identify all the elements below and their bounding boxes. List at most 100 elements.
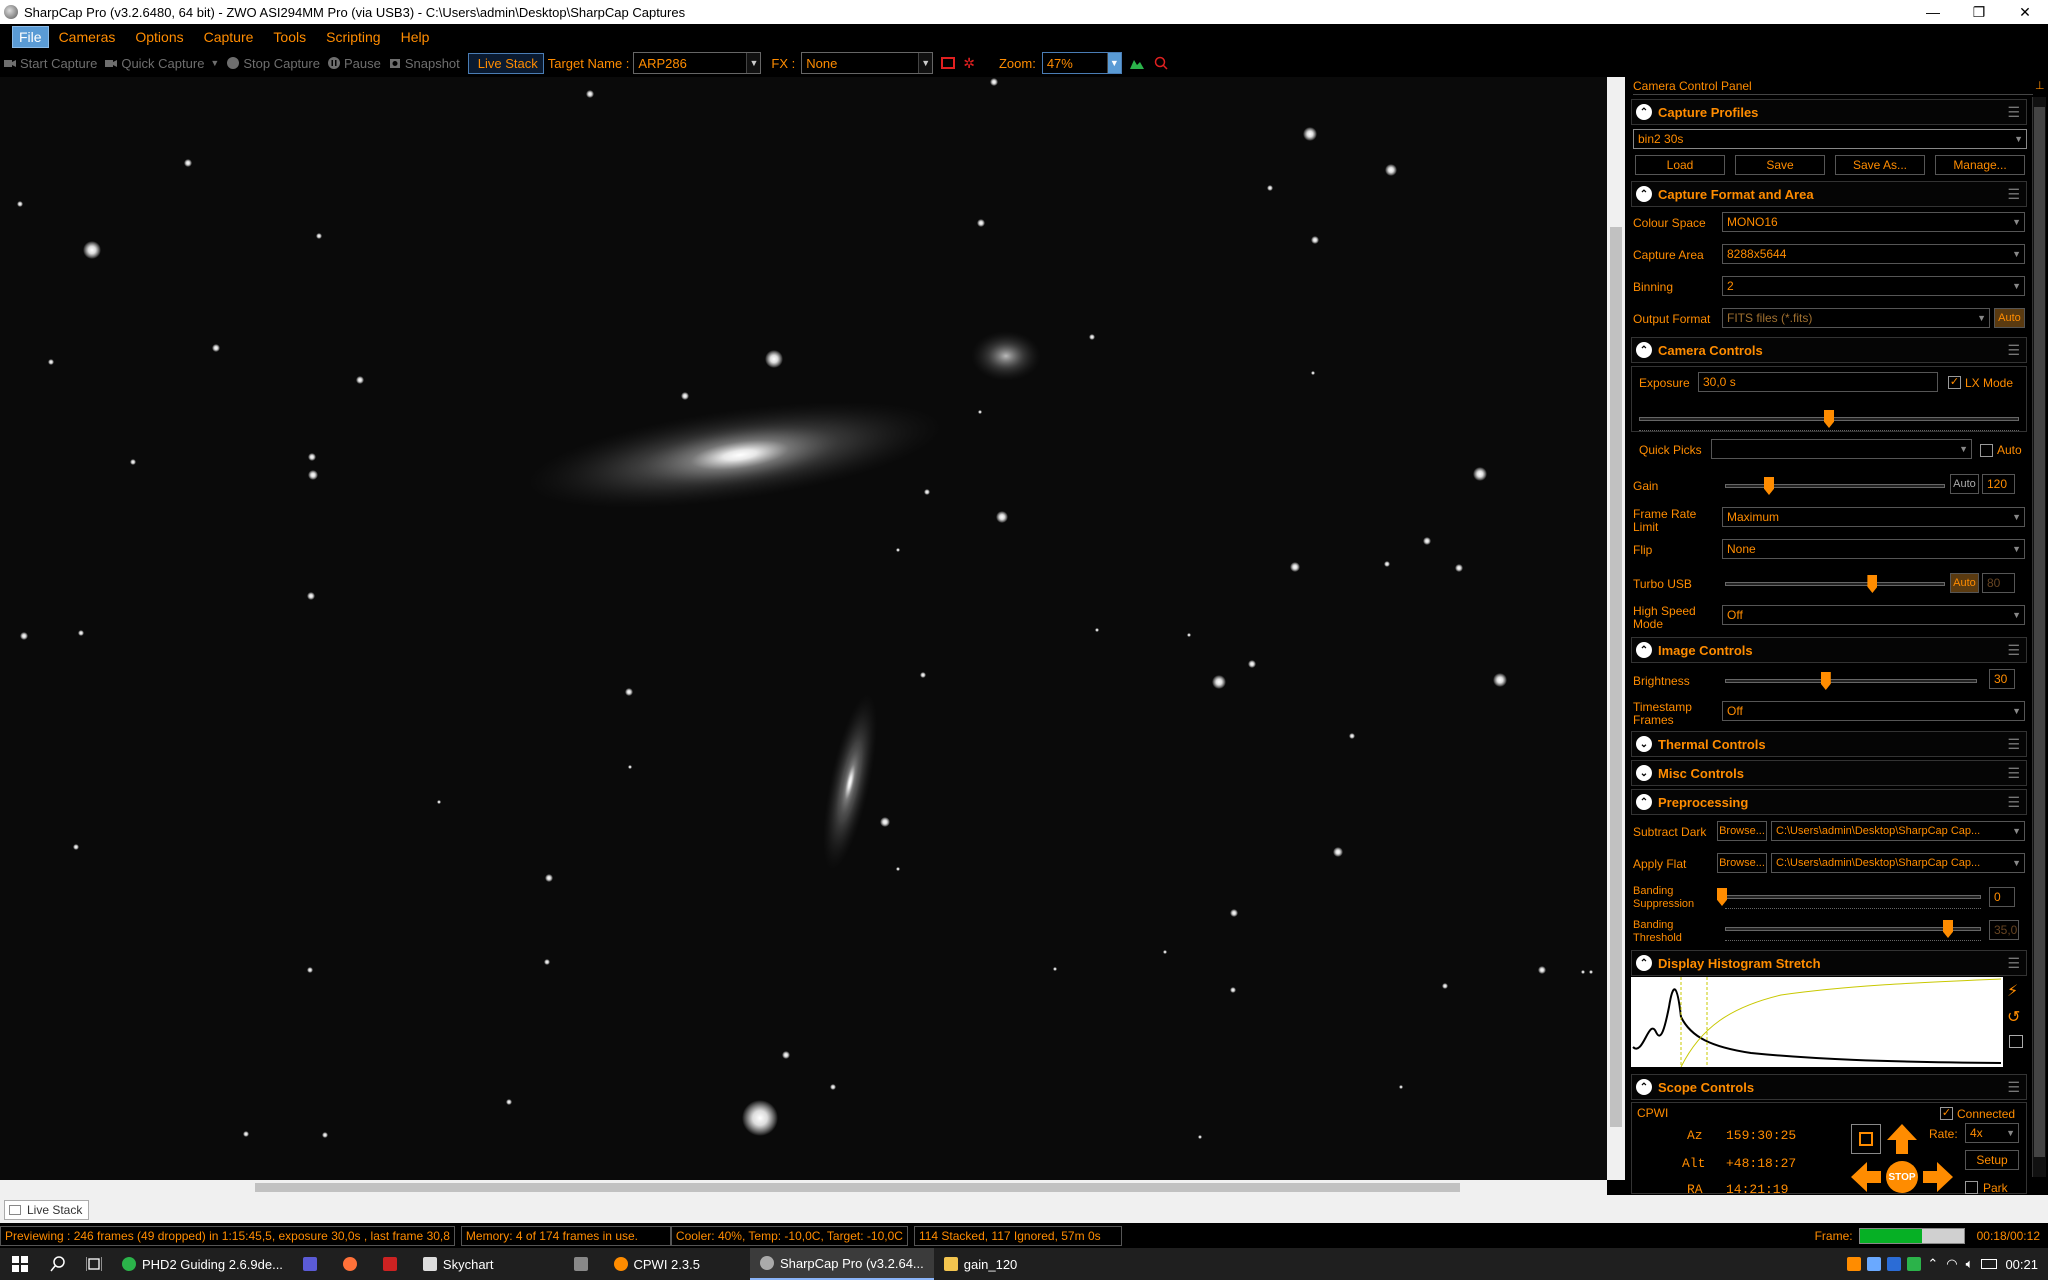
gain-slider[interactable] <box>1725 484 1945 488</box>
hamburger-icon[interactable]: ☰ <box>2007 736 2020 753</box>
panel-scroll-thumb[interactable] <box>2034 107 2045 1157</box>
timestamp-select[interactable]: Off ▼ <box>1722 701 2025 721</box>
brightness-slider-thumb[interactable] <box>1820 672 1831 690</box>
histogram-display[interactable] <box>1631 977 2003 1067</box>
turbo-usb-slider-thumb[interactable] <box>1867 575 1878 593</box>
brightness-input[interactable]: 30 <box>1989 669 2015 689</box>
focus-icon[interactable] <box>1154 56 1168 70</box>
misc-controls-header[interactable]: ⌄ Misc Controls ☰ <box>1631 760 2027 786</box>
hamburger-icon[interactable]: ☰ <box>2007 765 2020 782</box>
move-west-button[interactable] <box>1849 1160 1883 1194</box>
keyboard-icon[interactable] <box>1981 1259 1998 1269</box>
minimize-button[interactable]: — <box>1910 0 1956 24</box>
collapse-icon[interactable]: ⌃ <box>1636 1079 1652 1095</box>
wifi-icon[interactable]: ◠ <box>1946 1256 1957 1272</box>
hamburger-icon[interactable]: ☰ <box>2007 642 2020 659</box>
park-checkbox[interactable] <box>1965 1181 1978 1194</box>
close-button[interactable]: ✕ <box>2002 0 2048 24</box>
banding-threshold-input[interactable]: 35,0 <box>1989 920 2019 940</box>
select-area-icon[interactable] <box>941 57 956 69</box>
chevron-down-icon[interactable]: ▼ <box>918 53 933 73</box>
start-button[interactable] <box>0 1248 40 1280</box>
gain-auto-button[interactable]: Auto <box>1950 474 1979 494</box>
collapse-icon[interactable]: ⌃ <box>1636 642 1652 658</box>
menu-tools[interactable]: Tools <box>263 27 316 47</box>
save-button[interactable]: Save <box>1735 155 1825 175</box>
auto-stretch-icon[interactable]: ⚡︎ <box>2007 981 2018 1001</box>
stop-slew-button[interactable]: STOP <box>1886 1161 1918 1193</box>
live-stack-button[interactable]: Live Stack <box>467 52 544 74</box>
clock[interactable]: 00:21 <box>2005 1257 2038 1272</box>
pin-icon[interactable]: ⊥ <box>2035 79 2045 92</box>
expand-icon[interactable]: ⌄ <box>1636 765 1652 781</box>
save-icon[interactable] <box>2009 1035 2023 1048</box>
stop-capture-button[interactable]: Stop Capture <box>227 56 320 71</box>
rate-select[interactable]: 4x ▼ <box>1965 1123 2019 1143</box>
collapse-icon[interactable]: ⌃ <box>1636 955 1652 971</box>
zoom-select[interactable]: 47% ▼ <box>1041 52 1122 74</box>
histogram-header[interactable]: ⌃ Display Histogram Stretch ☰ <box>1631 950 2027 976</box>
slew-home-button[interactable] <box>1851 1124 1881 1154</box>
taskbar-asi[interactable] <box>373 1248 413 1280</box>
banding-threshold-slider[interactable] <box>1725 927 1981 931</box>
dropdown-arrow-icon[interactable]: ▼ <box>210 58 219 68</box>
taskbar-sharpcap[interactable]: SharpCap Pro (v3.2.64... <box>749 1248 934 1280</box>
quick-capture-button[interactable]: Quick Capture ▼ <box>105 56 219 71</box>
tray-icon[interactable] <box>1867 1257 1882 1271</box>
dark-browse-button[interactable]: Browse... <box>1717 821 1767 841</box>
collapse-icon[interactable]: ⌃ <box>1636 794 1652 810</box>
hamburger-icon[interactable]: ☰ <box>2007 342 2020 359</box>
taskbar-firefox[interactable] <box>333 1248 373 1280</box>
quick-picks-select[interactable]: ▼ <box>1711 439 1972 459</box>
load-button[interactable]: Load <box>1635 155 1725 175</box>
gain-input[interactable]: 120 <box>1982 474 2015 494</box>
menu-capture[interactable]: Capture <box>194 27 264 47</box>
hamburger-icon[interactable]: ☰ <box>2007 104 2020 121</box>
turbo-usb-auto-button[interactable]: Auto <box>1950 573 1979 593</box>
reset-icon[interactable]: ↺ <box>2007 1007 2020 1027</box>
menu-cameras[interactable]: Cameras <box>49 27 126 47</box>
menu-options[interactable]: Options <box>125 27 193 47</box>
expand-icon[interactable]: ⌄ <box>1636 736 1652 752</box>
turbo-usb-input[interactable]: 80 <box>1982 573 2015 593</box>
move-north-button[interactable] <box>1885 1122 1919 1156</box>
binning-select[interactable]: 2 ▼ <box>1722 276 2025 296</box>
output-format-select[interactable]: FITS files (*.fits) ▼ <box>1722 308 1990 328</box>
tab-live-stack[interactable]: Live Stack <box>4 1200 90 1220</box>
preprocessing-header[interactable]: ⌃ Preprocessing ☰ <box>1631 789 2027 815</box>
gain-slider-thumb[interactable] <box>1764 477 1774 495</box>
chevron-up-icon[interactable]: ⌃ <box>1927 1256 1938 1272</box>
histogram-icon[interactable] <box>1129 57 1144 69</box>
collapse-icon[interactable]: ⌃ <box>1636 342 1652 358</box>
vertical-scrollbar[interactable] <box>1607 77 1625 1180</box>
capture-profiles-header[interactable]: ⌃ Capture Profiles ☰ <box>1631 99 2027 125</box>
menu-help[interactable]: Help <box>391 27 440 47</box>
image-viewer[interactable] <box>0 77 1607 1180</box>
dark-file-select[interactable]: C:\Users\admin\Desktop\SharpCap Cap... ▼ <box>1771 821 2025 841</box>
exposure-input[interactable]: 30,0 s <box>1698 372 1938 392</box>
target-name-input[interactable]: ARP286 ▼ <box>633 52 762 74</box>
taskbar-phd2[interactable]: PHD2 Guiding 2.6.9de... <box>112 1248 293 1280</box>
thermal-controls-header[interactable]: ⌄ Thermal Controls ☰ <box>1631 731 2027 757</box>
frame-rate-select[interactable]: Maximum ▼ <box>1722 507 2025 527</box>
taskbar-app-6[interactable] <box>564 1248 604 1280</box>
collapse-icon[interactable]: ⌃ <box>1636 104 1652 120</box>
horizontal-scroll-thumb[interactable] <box>255 1183 1460 1192</box>
scope-controls-header[interactable]: ⌃ Scope Controls ☰ <box>1631 1074 2027 1100</box>
flat-browse-button[interactable]: Browse... <box>1717 853 1767 873</box>
chevron-down-icon[interactable]: ▼ <box>746 53 761 73</box>
scope-setup-button[interactable]: Setup <box>1965 1150 2019 1170</box>
camera-controls-header[interactable]: ⌃ Camera Controls ☰ <box>1631 337 2027 363</box>
bluetooth-icon[interactable] <box>1887 1257 1902 1271</box>
save-as-button[interactable]: Save As... <box>1835 155 1925 175</box>
tray-icon[interactable] <box>1847 1257 1862 1271</box>
hamburger-icon[interactable]: ☰ <box>2007 1079 2020 1096</box>
search-button[interactable] <box>40 1248 76 1280</box>
chevron-down-icon[interactable]: ▼ <box>1106 53 1121 73</box>
capture-area-select[interactable]: 8288x5644 ▼ <box>1722 244 2025 264</box>
manage-button[interactable]: Manage... <box>1935 155 2025 175</box>
restore-button[interactable]: ❐ <box>1956 0 2002 24</box>
flat-file-select[interactable]: C:\Users\admin\Desktop\SharpCap Cap... ▼ <box>1771 853 2025 873</box>
vertical-scroll-thumb[interactable] <box>1610 227 1622 1127</box>
lx-mode-checkbox[interactable]: ✓ <box>1948 376 1961 389</box>
